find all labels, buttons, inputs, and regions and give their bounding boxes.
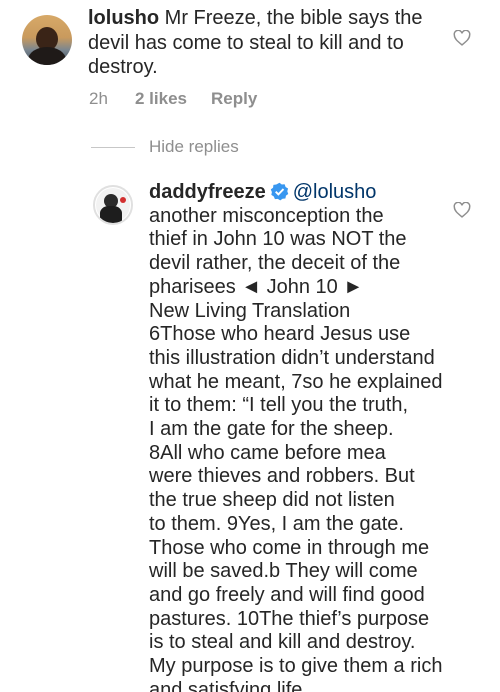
reply-text-line: another misconception the xyxy=(149,204,384,227)
reply-text-line: were thieves and robbers. But xyxy=(149,465,415,488)
reply-text-line: 6Those who heard Jesus use xyxy=(149,323,411,346)
avatar-body xyxy=(28,47,66,65)
comment-time: 2h xyxy=(89,89,108,108)
reply-text-line: the true sheep did not listen xyxy=(149,489,395,512)
like-heart-icon[interactable] xyxy=(453,202,471,218)
reply-text-line: and go freely and will find good xyxy=(149,583,425,606)
reply-text-line: devil rather, the deceit of the xyxy=(149,252,401,275)
verified-badge-icon xyxy=(270,182,289,201)
reply-header: daddyfreeze @lolusho xyxy=(149,181,439,205)
reply-text-line: to them. 9Yes, I am the gate. xyxy=(149,512,404,535)
reply-text-line: 8All who came before mea xyxy=(149,441,386,464)
reply-text-line: it to them: “I tell you the truth, xyxy=(149,394,409,417)
comment-likes[interactable]: 2 likes xyxy=(135,89,211,109)
avatar-accent xyxy=(120,197,126,203)
reply-text-line: My purpose is to give them a rich xyxy=(149,655,443,678)
reply-text-line: this illustration didn’t understand xyxy=(149,346,435,369)
reply-text-line: Those who come in through me xyxy=(149,536,430,559)
reply-text-line: and satisfying life. xyxy=(149,678,308,692)
reply-text-line: what he meant, 7so he explained xyxy=(149,370,443,393)
hide-replies-toggle[interactable]: Hide replies xyxy=(91,137,239,157)
reply-mention[interactable]: @lolusho xyxy=(293,181,377,203)
comment-text: lolusho Mr Freeze, the bible says the de… xyxy=(88,6,440,80)
reply-text-line: will be saved.b They will come xyxy=(149,560,418,583)
comment-meta: 2h 2 likes Reply xyxy=(89,89,257,109)
reply-username[interactable]: daddyfreeze xyxy=(149,181,266,203)
comment-username[interactable]: lolusho xyxy=(88,7,159,29)
avatar-body xyxy=(100,206,122,223)
reply-text-line: thief in John 10 was NOT the xyxy=(149,228,407,251)
hide-replies-label[interactable]: Hide replies xyxy=(149,137,239,157)
comments-screen: lolusho Mr Freeze, the bible says the de… xyxy=(0,0,500,692)
reply-text-line: I am the gate for the sheep. xyxy=(149,418,394,441)
reply-button[interactable]: Reply xyxy=(211,89,257,109)
reply-comment: daddyfreeze @lolusho another misconceptio… xyxy=(149,181,443,692)
like-heart-icon[interactable] xyxy=(453,30,471,46)
reply-text-line: pastures. 10The thief’s purpose xyxy=(149,607,430,630)
avatar-daddyfreeze[interactable] xyxy=(93,185,133,225)
reply-text-line: New Living Translation xyxy=(149,299,351,322)
reply-text-line: is to steal and kill and destroy. xyxy=(149,631,416,654)
reply-text-line: pharisees ◄ John 10 ► xyxy=(149,275,364,298)
hide-replies-divider xyxy=(91,146,135,148)
avatar-lolusho[interactable] xyxy=(22,15,72,65)
